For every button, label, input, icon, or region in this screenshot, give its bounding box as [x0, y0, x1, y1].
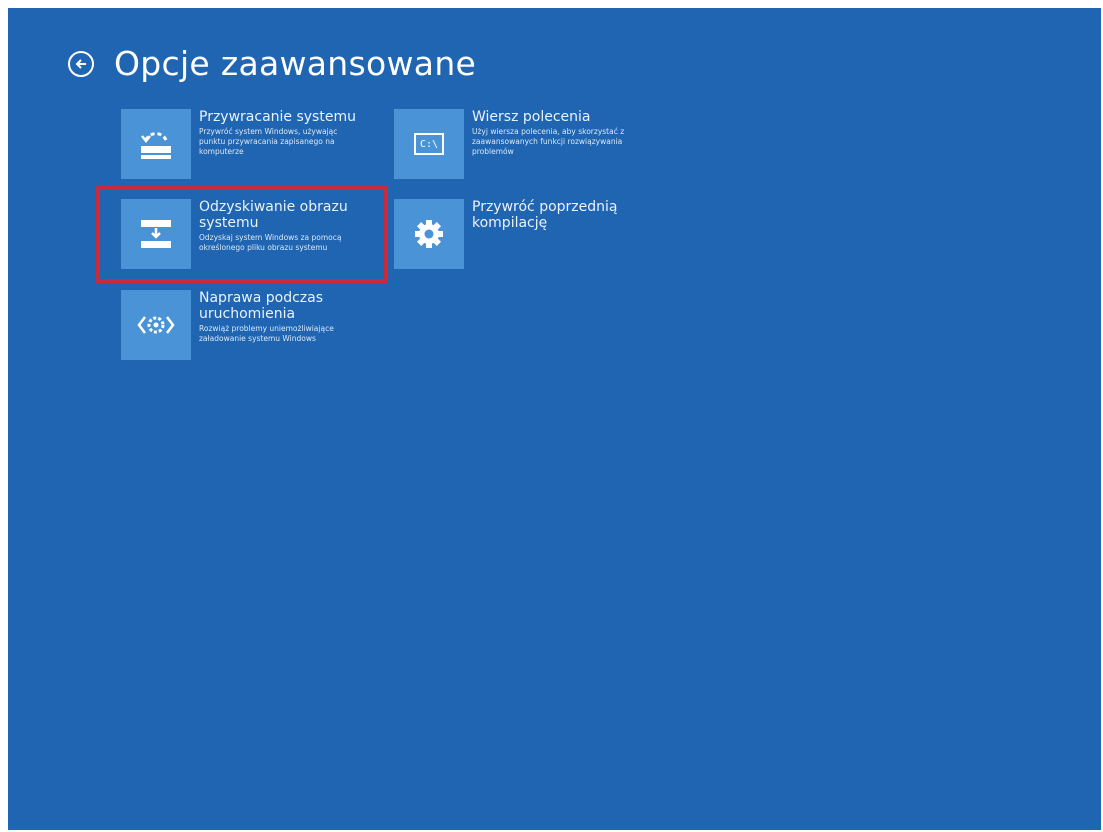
tile-startup-repair[interactable]: Naprawa podczas uruchomienia Rozwiąż pro… [121, 290, 389, 360]
tile-system-restore[interactable]: Przywracanie systemu Przywróć system Win… [121, 109, 389, 179]
page-title: Opcje zaawansowane [114, 44, 477, 83]
back-button[interactable] [68, 51, 94, 77]
tile-title: Naprawa podczas uruchomienia [199, 290, 324, 322]
tile-title: Przywracanie systemu [199, 109, 356, 125]
advanced-options-screen: Opcje zaawansowane Przywracanie systemu … [8, 8, 1101, 830]
startup-repair-icon [137, 316, 175, 334]
command-prompt-label: C:\ [419, 138, 439, 150]
tile-command-prompt[interactable]: C:\ Wiersz polecenia Użyj wiersza polece… [394, 109, 662, 179]
tile-description: Użyj wiersza polecenia, aby skorzystać z… [472, 127, 625, 156]
command-prompt-icon: C:\ [414, 133, 444, 155]
system-restore-icon [141, 132, 171, 159]
tile-title: Wiersz polecenia [472, 109, 591, 125]
tile-description: Przywróć system Windows, używając punktu… [199, 127, 338, 156]
selection-highlight [96, 186, 388, 283]
tile-title: Przywróć poprzednią kompilację [472, 199, 618, 231]
tile-go-back-previous-build[interactable]: Przywróć poprzednią kompilację [394, 199, 662, 269]
arrow-left-circle-icon [75, 59, 86, 69]
gear-icon [415, 220, 443, 248]
tile-description: Rozwiąż problemy uniemożliwiające załado… [199, 324, 334, 343]
header: Opcje zaawansowane [68, 44, 476, 84]
